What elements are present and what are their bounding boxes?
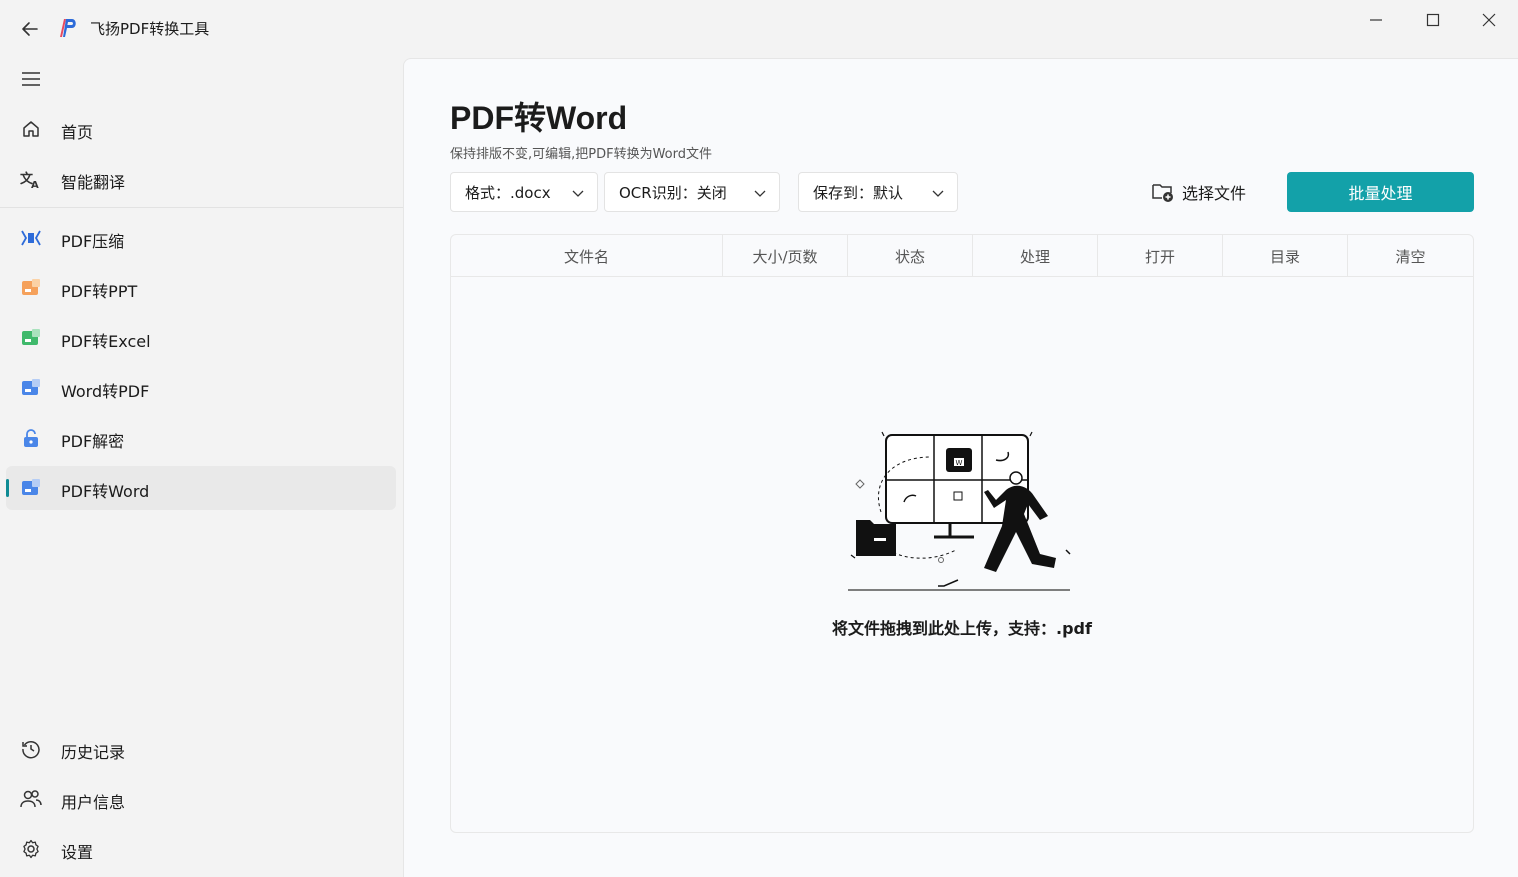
history-icon bbox=[20, 738, 42, 760]
column-header-open: 打开 bbox=[1098, 235, 1223, 277]
svg-text:A: A bbox=[31, 180, 39, 189]
chevron-down-icon bbox=[754, 190, 766, 197]
page-subtitle: 保持排版不变,可编辑,把PDF转换为Word文件 bbox=[450, 147, 713, 162]
column-header-clear: 清空 bbox=[1395, 247, 1426, 266]
sidebar-item-label: 用户信息 bbox=[61, 793, 126, 812]
chevron-down-icon bbox=[932, 190, 944, 197]
home-icon bbox=[20, 118, 42, 140]
unlock-icon bbox=[20, 427, 42, 449]
minimize-icon bbox=[1370, 19, 1382, 21]
drop-zone-hint: 将文件拖拽到此处上传，支持：.pdf bbox=[832, 619, 1092, 638]
sidebar-item-label: PDF转Word bbox=[61, 482, 150, 501]
format-select-value: 格式：.docx bbox=[465, 183, 551, 202]
close-icon bbox=[1482, 13, 1496, 27]
users-icon bbox=[20, 788, 42, 810]
select-file-button[interactable]: 选择文件 bbox=[1152, 176, 1246, 208]
save-location-select[interactable]: 保存到：默认 bbox=[798, 172, 958, 212]
sidebar-item-word-to-pdf[interactable]: Word转PDF bbox=[6, 366, 396, 410]
page-title: PDF转Word bbox=[450, 100, 628, 136]
column-header-directory: 目录 bbox=[1223, 235, 1348, 277]
save-location-value: 保存到：默认 bbox=[813, 183, 904, 202]
format-select[interactable]: 格式：.docx bbox=[450, 172, 598, 212]
word-icon bbox=[20, 477, 42, 499]
sidebar-item-user-info[interactable]: 用户信息 bbox=[6, 777, 396, 821]
sidebar-item-pdf-to-ppt[interactable]: PDF转PPT bbox=[6, 266, 396, 310]
maximize-icon bbox=[1426, 13, 1440, 27]
sidebar-item-translate[interactable]: 文A 智能翻译 bbox=[6, 157, 396, 201]
sidebar-item-label: 首页 bbox=[61, 123, 94, 142]
empty-state-illustration: W bbox=[846, 430, 1076, 595]
sidebar-item-label: 历史记录 bbox=[61, 743, 126, 762]
gear-icon bbox=[20, 838, 42, 860]
ocr-select[interactable]: OCR识别：关闭 bbox=[604, 172, 780, 212]
word-icon bbox=[20, 377, 42, 399]
sidebar-item-label: 智能翻译 bbox=[61, 173, 126, 192]
main-panel: PDF转Word 保持排版不变,可编辑,把PDF转换为Word文件 格式：.do… bbox=[403, 58, 1518, 877]
arrow-left-icon bbox=[22, 22, 38, 36]
ppt-icon bbox=[20, 277, 42, 299]
hamburger-menu-button[interactable] bbox=[18, 66, 44, 92]
sidebar-item-history[interactable]: 历史记录 bbox=[6, 727, 396, 771]
sidebar-item-settings[interactable]: 设置 bbox=[6, 827, 396, 871]
app-title: 飞扬PDF转换工具 bbox=[90, 20, 210, 38]
svg-text:W: W bbox=[956, 459, 963, 467]
sidebar-item-pdf-decrypt[interactable]: PDF解密 bbox=[6, 416, 396, 460]
maximize-button[interactable] bbox=[1413, 8, 1453, 32]
batch-process-button[interactable]: 批量处理 bbox=[1287, 172, 1474, 212]
sidebar-item-label: PDF压缩 bbox=[61, 232, 125, 251]
sidebar-item-pdf-compress[interactable]: PDF压缩 bbox=[6, 216, 396, 260]
file-table[interactable]: 文件名 大小/页数 状态 处理 打开 目录 清空 W 将文件拖拽到此处上传，支持… bbox=[450, 234, 1474, 833]
compress-icon bbox=[20, 227, 42, 249]
sidebar: 首页 文A 智能翻译 PDF压缩 PDF转PPT PDF转Excel Word转… bbox=[0, 56, 403, 877]
column-header-process: 处理 bbox=[973, 235, 1098, 277]
column-header-size: 大小/页数 bbox=[723, 235, 848, 277]
chevron-down-icon bbox=[572, 190, 584, 197]
sidebar-item-pdf-to-word[interactable]: PDF转Word bbox=[6, 466, 396, 510]
select-file-label: 选择文件 bbox=[1182, 184, 1247, 203]
ocr-select-value: OCR识别：关闭 bbox=[619, 183, 727, 202]
app-logo-icon bbox=[56, 16, 80, 40]
sidebar-item-label: PDF转Excel bbox=[61, 332, 151, 351]
excel-icon bbox=[20, 327, 42, 349]
sidebar-item-pdf-to-excel[interactable]: PDF转Excel bbox=[6, 316, 396, 360]
add-folder-icon bbox=[1152, 181, 1174, 203]
translate-icon: 文A bbox=[20, 168, 42, 190]
minimize-button[interactable] bbox=[1356, 8, 1396, 32]
back-button[interactable] bbox=[18, 17, 42, 41]
hamburger-icon bbox=[22, 72, 40, 86]
sidebar-divider bbox=[0, 207, 403, 208]
sidebar-item-label: PDF转PPT bbox=[61, 282, 138, 301]
close-button[interactable] bbox=[1469, 8, 1509, 32]
sidebar-item-home[interactable]: 首页 bbox=[6, 107, 396, 151]
sidebar-item-label: PDF解密 bbox=[61, 432, 125, 451]
sidebar-item-label: Word转PDF bbox=[61, 382, 150, 401]
sidebar-item-label: 设置 bbox=[61, 843, 94, 862]
title-bar: 飞扬PDF转换工具 bbox=[0, 0, 1518, 56]
column-header-status: 状态 bbox=[848, 235, 973, 277]
table-header-row: 文件名 大小/页数 状态 处理 打开 目录 清空 bbox=[451, 235, 1473, 277]
column-header-filename: 文件名 bbox=[451, 235, 723, 277]
